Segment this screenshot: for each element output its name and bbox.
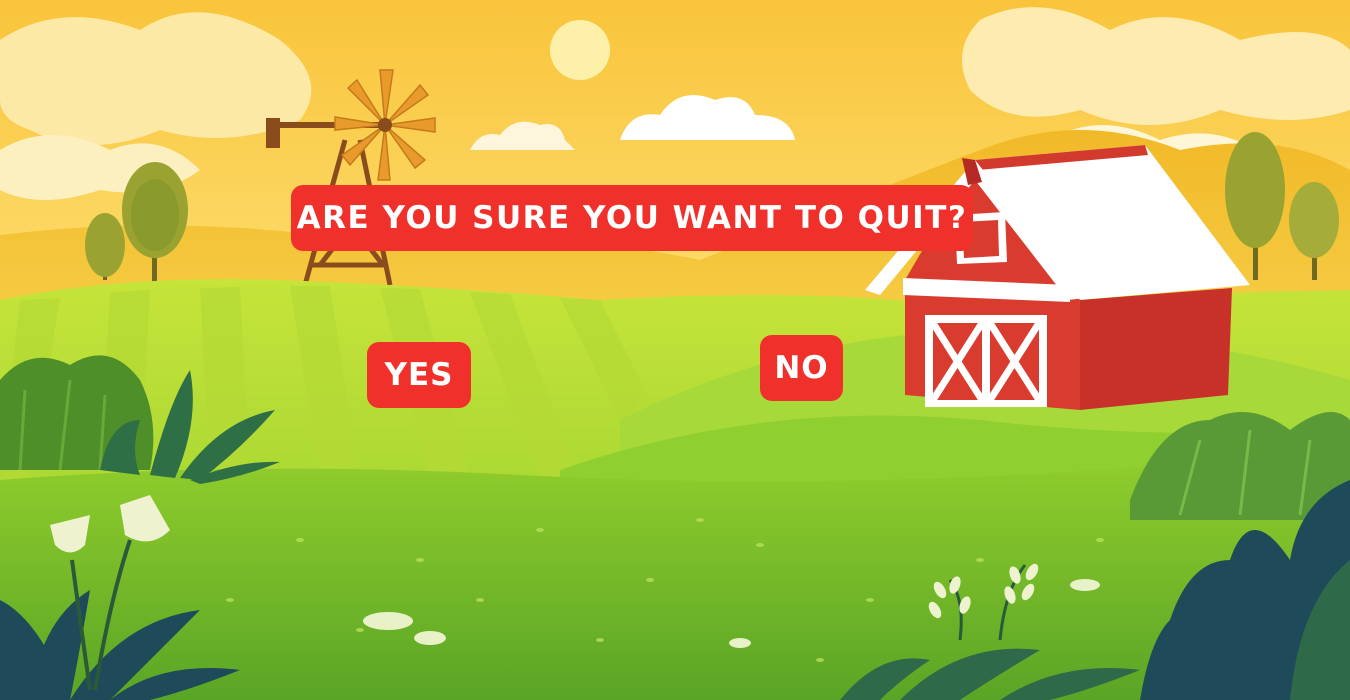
no-button[interactable]: NO [760,335,843,401]
quit-question-text: ARE YOU SURE YOU WANT TO QUIT? [296,200,968,236]
quit-dialog-title: ARE YOU SURE YOU WANT TO QUIT? [291,185,973,251]
farm-background [0,0,1350,700]
windmill-blades [334,69,436,181]
yes-button-label: YES [384,357,454,393]
sun-icon [550,20,610,80]
yes-button[interactable]: YES [367,342,471,408]
no-button-label: NO [774,350,829,386]
